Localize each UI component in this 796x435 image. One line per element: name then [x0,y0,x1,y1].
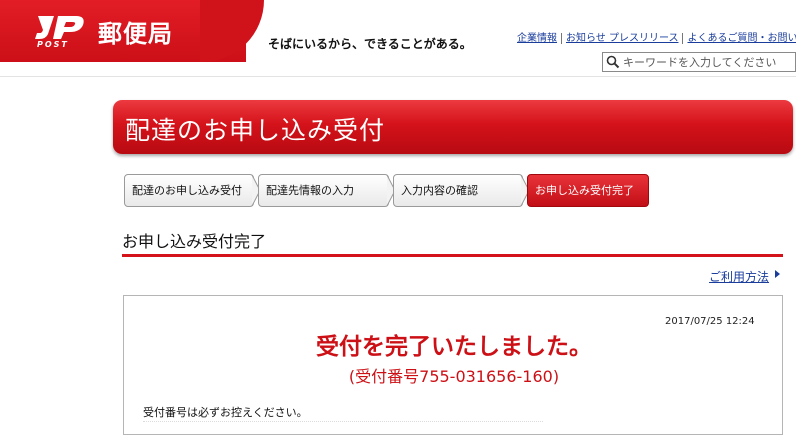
section-title: お申し込み受付完了 [122,232,267,251]
jp-logo-icon [35,16,84,39]
step-4-active: お申し込み受付完了 [527,174,649,207]
receipt-number: (受付番号755-031656-160) [348,367,560,386]
help-link[interactable]: ご利用方法 [709,268,769,285]
top-nav: 企業情報お知らせ プレスリリースよくあるご質問・お問い合わ [517,29,796,44]
header-divider [0,76,796,77]
logo-swoosh [200,0,264,62]
nav-link-corporate[interactable]: 企業情報 [517,33,561,44]
step-2: 配達先情報の入力 [258,174,389,207]
tagline: そばにいるから、できることがある。 [268,37,472,51]
nav-link-news[interactable]: お知らせ プレスリリース [561,33,683,44]
page-title: 配達のお申し込み受付 [125,116,386,145]
result-panel: 2017/07/25 12:24 受付を完了いたしました。 (受付番号755-0… [123,295,783,435]
site-header: POST 郵便局 そばにいるから、できることがある。 企業情報 お知らせ プレスリ… [0,0,796,100]
step-1: 配達のお申し込み受付 [124,174,254,207]
section-divider [122,254,783,257]
search-box [602,52,796,72]
chevron-right-icon [775,270,780,278]
page-title-banner: 配達のお申し込み受付 [113,100,793,154]
brand-name: 郵便局 [98,20,173,48]
nav-link-faq[interactable]: よくあるご質問・お問い合わ [682,33,796,44]
timestamp: 2017/07/25 12:24 [665,316,755,327]
search-input[interactable] [623,54,795,70]
receipt-note: 受付番号は必ずお控えください。 [143,406,308,419]
post-label: POST [37,40,69,49]
search-icon[interactable] [606,55,620,69]
completion-heading: 受付を完了いたしました。 [316,334,592,360]
step-3: 入力内容の確認 [393,174,523,207]
